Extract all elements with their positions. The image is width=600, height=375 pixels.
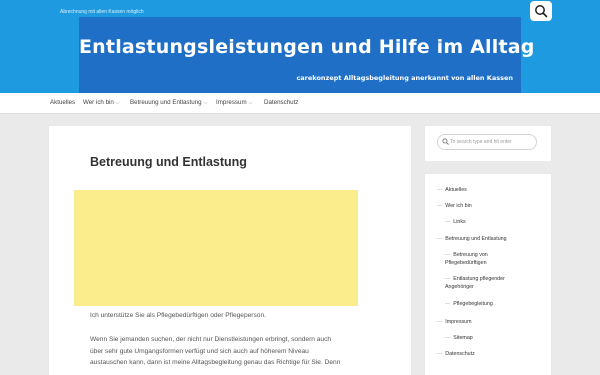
sidebar-item-pflegebegleitung[interactable]: — Pflegebegleitung — [445, 300, 493, 308]
nav-item-label: Wer ich bin — [83, 99, 114, 106]
main-navigation: Aktuelles Wer ich bin ⌵ Betreuung und Ent… — [0, 93, 600, 114]
dash-icon: — — [445, 219, 451, 225]
dash-icon: — — [437, 236, 443, 242]
sidebar-item-label: Entlastung pflegender — [453, 276, 505, 282]
sidebar-item-label: Aktuelles — [445, 187, 467, 193]
sidebar-item-label-continued: Pflegebedürftigen — [445, 260, 487, 266]
sidebar-item-label: Sitemap — [453, 335, 473, 341]
sidebar-item-entlastung-pflegender-angehoeriger[interactable]: — Entlastung pflegender Angehöriger — [445, 275, 505, 291]
sidebar-item-sitemap[interactable]: — Sitemap — [445, 334, 473, 342]
nav-item-datenschutz[interactable]: Datenschutz — [264, 99, 298, 106]
nav-item-label: Impressum — [216, 99, 247, 106]
sidebar-item-label: Impressum — [445, 319, 472, 325]
body-paragraph-line: über sehr gute Umgangsformen verfügt und… — [90, 347, 309, 355]
dash-icon: — — [445, 335, 451, 341]
sidebar-item-label: Wer ich bin — [445, 203, 472, 209]
sidebar-item-label-continued: Angehöriger — [445, 284, 474, 290]
body-paragraph-line: Wenn Sie jemanden suchen, der nicht nur … — [90, 336, 332, 343]
dash-icon: — — [437, 351, 443, 357]
sidebar-item-label: Betreuung und Entlastung — [445, 236, 507, 242]
sidebar-item-wer-ich-bin[interactable]: — Wer ich bin — [437, 202, 472, 210]
banner-title: Entlastungsleistungen und Hilfe im Allta… — [79, 36, 535, 58]
dash-icon: — — [445, 252, 451, 258]
sidebar-item-links[interactable]: — Links — [445, 218, 466, 226]
nav-item-label: Aktuelles — [50, 99, 76, 106]
sidebar-item-betreuung-von-pflegebeduerftigen[interactable]: — Betreuung von Pflegebedürftigen — [445, 251, 488, 267]
intro-paragraph: Ich unterstütze Sie als Pflegebedürftige… — [90, 312, 266, 319]
page-title: Betreuung und Entlastung — [90, 155, 247, 169]
site-tagline: Abrechnung mit allen Kassen möglich — [60, 9, 144, 15]
search-input[interactable] — [450, 136, 532, 147]
dash-icon: — — [437, 319, 443, 325]
chevron-down-icon: ⌵ — [115, 100, 120, 106]
chevron-down-icon: ⌵ — [203, 100, 208, 106]
sidebar-item-label: Betreuung von — [453, 252, 488, 258]
nav-item-aktuelles[interactable]: Aktuelles — [50, 99, 75, 106]
dash-icon: — — [445, 276, 451, 282]
nav-item-label: Datenschutz — [264, 99, 299, 106]
nav-item-label: Betreuung und Entlastung — [130, 99, 202, 106]
nav-item-wer-ich-bin[interactable]: Wer ich bin ⌵ — [83, 99, 120, 106]
search-icon — [442, 138, 449, 145]
sidebar-item-betreuung-und-entlastung[interactable]: — Betreuung und Entlastung — [437, 235, 507, 243]
banner-subtitle: carekonzept Alltagsbegleitung anerkannt … — [296, 74, 513, 82]
advertisement-placeholder[interactable] — [74, 190, 358, 306]
sidebar-item-label: Links — [453, 219, 466, 225]
body-paragraph-line: austauschen kann, dann ist meine Alltags… — [90, 359, 341, 366]
dash-icon: — — [445, 301, 451, 307]
sidebar-menu-widget: — Aktuelles — Wer ich bin — Links — Betreuun… — [425, 174, 551, 375]
sidebar-item-label: Datenschutz — [445, 351, 475, 357]
sidebar-item-impressum[interactable]: — Impressum — [437, 318, 472, 326]
search-icon — [535, 5, 548, 18]
sidebar-item-label: Pflegebegleitung — [453, 301, 493, 307]
main-content: Betreuung und Entlastung Ich unterstütze… — [49, 126, 411, 375]
site-header: Abrechnung mit allen Kassen möglich Entl… — [0, 0, 600, 93]
dash-icon: — — [437, 203, 443, 209]
header-search-button[interactable] — [530, 1, 552, 21]
nav-item-impressum[interactable]: Impressum ⌵ — [216, 99, 252, 106]
sidebar-search-field[interactable] — [437, 134, 537, 150]
nav-item-betreuung[interactable]: Betreuung und Entlastung ⌵ — [130, 99, 207, 106]
sidebar-item-datenschutz[interactable]: — Datenschutz — [437, 350, 475, 358]
dash-icon: — — [437, 187, 443, 193]
chevron-down-icon: ⌵ — [248, 100, 253, 106]
sidebar-search-widget — [425, 126, 551, 161]
header-banner[interactable]: Entlastungsleistungen und Hilfe im Allta… — [79, 17, 535, 93]
sidebar-item-aktuelles[interactable]: — Aktuelles — [437, 186, 467, 194]
